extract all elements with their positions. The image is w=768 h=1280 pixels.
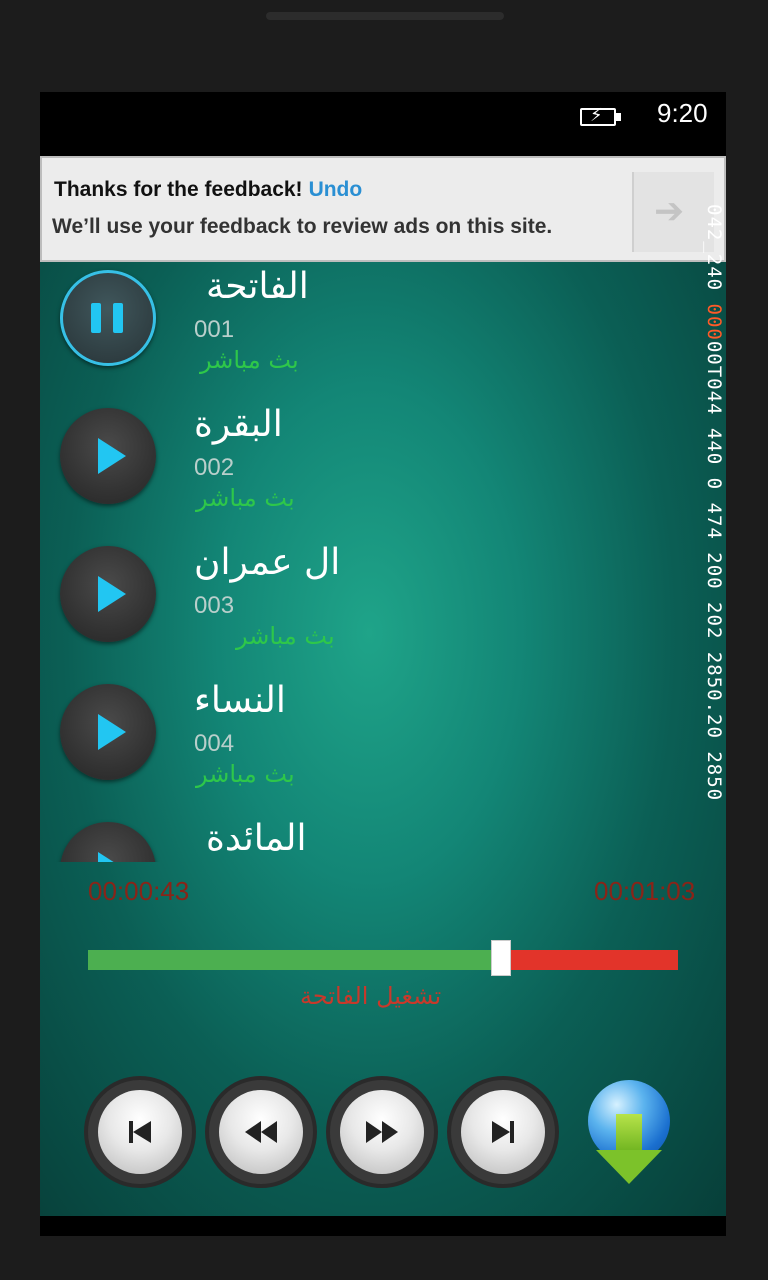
progress-slider[interactable] xyxy=(88,940,678,976)
rewind-button-face xyxy=(219,1090,303,1174)
surah-number: 004 xyxy=(194,730,235,757)
fast-forward-button[interactable] xyxy=(326,1076,438,1188)
now-playing-label: تشغيل الفاتحة xyxy=(300,982,442,1010)
surah-list[interactable]: الفاتحة 001 بث مباشر البقرة 002 بث مباشر… xyxy=(40,262,700,862)
ad-feedback-message: We’ll use your feedback to review ads on… xyxy=(52,215,553,238)
rewind-icon xyxy=(245,1121,277,1143)
pause-icon-bar xyxy=(113,303,123,333)
surah-number: 002 xyxy=(194,454,235,481)
phone-screen: ⚡ 9:20 Thanks for the feedback! Undo We’l… xyxy=(40,92,726,1236)
live-stream-label: بث مباشر xyxy=(196,484,295,512)
play-icon xyxy=(98,714,126,750)
pause-icon xyxy=(91,303,101,333)
list-item[interactable]: ال عمران 003 بث مباشر xyxy=(40,538,700,676)
surah-number: 003 xyxy=(194,592,235,619)
progress-thumb[interactable] xyxy=(491,940,511,976)
elapsed-time: 00:00:43 xyxy=(88,876,190,906)
play-button[interactable] xyxy=(60,546,156,642)
live-stream-label: بث مباشر xyxy=(200,346,299,374)
play-icon xyxy=(98,576,126,612)
surah-name: النساء xyxy=(194,680,286,721)
phone-speaker xyxy=(266,12,504,20)
play-icon xyxy=(98,438,126,474)
play-button[interactable] xyxy=(60,684,156,780)
previous-button[interactable] xyxy=(84,1076,196,1188)
surah-name: المائدة xyxy=(206,818,307,859)
download-arrow-head xyxy=(596,1150,662,1184)
live-stream-label: بث مباشر xyxy=(236,622,335,650)
debug-text-c: 00T044 440 0 474 200 202 2850.20 2850 xyxy=(703,340,725,802)
play-button[interactable] xyxy=(60,822,156,862)
download-arrow-stem xyxy=(616,1114,642,1152)
list-item[interactable]: الفاتحة 001 بث مباشر xyxy=(40,262,700,400)
surah-name: ال عمران xyxy=(194,542,341,583)
rewind-button[interactable] xyxy=(205,1076,317,1188)
debug-overlay: 042_240 00000T044 440 0 474 200 202 2850… xyxy=(702,204,726,801)
pause-button[interactable] xyxy=(60,270,156,366)
play-icon xyxy=(98,852,126,862)
fast-forward-button-face xyxy=(340,1090,424,1174)
debug-text-a: 042_240 xyxy=(703,204,725,304)
debug-text-b: 000 xyxy=(703,303,725,341)
battery-charging-icon: ⚡ xyxy=(580,105,626,128)
list-item[interactable]: النساء 004 بث مباشر xyxy=(40,676,700,814)
list-item[interactable]: البقرة 002 بث مباشر xyxy=(40,400,700,538)
next-button[interactable] xyxy=(447,1076,559,1188)
player-app: Thanks for the feedback! Undo We’ll use y… xyxy=(40,156,726,1216)
arrow-right-icon: ➔ xyxy=(654,190,685,231)
ad-feedback-title: Thanks for the feedback! Undo xyxy=(54,178,362,202)
progress-remaining xyxy=(511,950,678,970)
skip-previous-icon xyxy=(129,1121,151,1143)
previous-button-face xyxy=(98,1090,182,1174)
progress-played xyxy=(88,950,491,970)
fast-forward-icon xyxy=(366,1121,398,1143)
skip-next-icon xyxy=(492,1121,514,1143)
status-clock: 9:20 xyxy=(657,98,708,128)
play-button[interactable] xyxy=(60,408,156,504)
globe-download-icon[interactable] xyxy=(586,1080,676,1186)
list-item[interactable]: المائدة xyxy=(40,814,700,862)
ad-title-text: Thanks for the feedback! xyxy=(54,178,303,201)
bottom-bar xyxy=(40,1216,726,1236)
surah-number: 001 xyxy=(194,316,235,343)
undo-link[interactable]: Undo xyxy=(309,178,363,201)
live-stream-label: بث مباشر xyxy=(196,760,295,788)
status-bar: ⚡ 9:20 xyxy=(40,92,726,156)
total-duration: 00:01:03 xyxy=(594,876,696,906)
ad-banner[interactable]: Thanks for the feedback! Undo We’ll use y… xyxy=(40,156,726,262)
surah-name: البقرة xyxy=(194,404,283,445)
next-button-face xyxy=(461,1090,545,1174)
surah-name: الفاتحة xyxy=(206,266,309,307)
